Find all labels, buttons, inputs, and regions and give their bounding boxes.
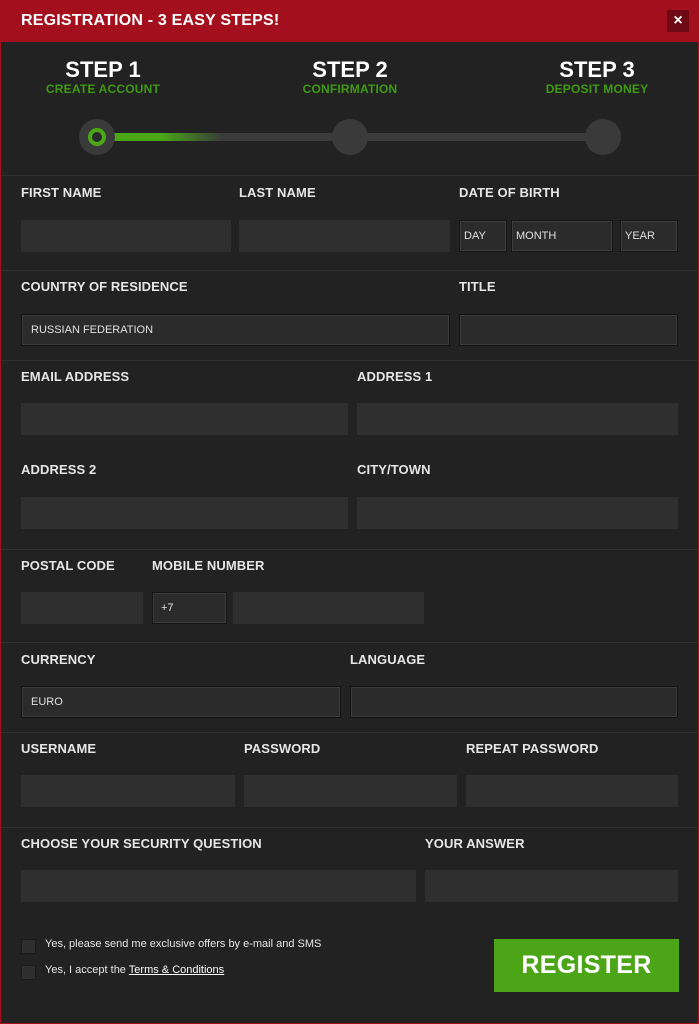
address1-input[interactable] (357, 403, 678, 435)
row-credentials: USERNAME PASSWORD REPEAT PASSWORD (1, 732, 698, 827)
language-select[interactable] (350, 686, 678, 718)
step-1-label: CREATE ACCOUNT (45, 82, 161, 96)
postal-code-label: POSTAL CODE (21, 558, 115, 573)
step-indicator: STEP 1 CREATE ACCOUNT STEP 2 CONFIRMATIO… (1, 42, 698, 175)
dob-day-select[interactable]: DAY (459, 220, 507, 252)
row-currency-language: CURRENCY LANGUAGE EURO (1, 642, 698, 732)
currency-select[interactable]: EURO (21, 686, 341, 718)
username-input[interactable] (21, 775, 235, 807)
row-email-address1: EMAIL ADDRESS ADDRESS 1 (1, 360, 698, 455)
last-name-label: LAST NAME (239, 185, 316, 200)
registration-modal: REGISTRATION - 3 EASY STEPS! × STEP 1 CR… (0, 0, 699, 1024)
modal-header: REGISTRATION - 3 EASY STEPS! × (1, 1, 698, 42)
step-3-number: STEP 3 (559, 57, 635, 82)
register-button[interactable]: REGISTER (494, 939, 679, 992)
mobile-number-input[interactable] (233, 592, 424, 624)
first-name-label: FIRST NAME (21, 185, 102, 200)
country-label: COUNTRY OF RESIDENCE (21, 279, 188, 294)
step-2-label: CONFIRMATION (302, 82, 398, 96)
step-1-dot (79, 119, 115, 155)
step-1-number: STEP 1 (65, 57, 141, 82)
terms-checkbox[interactable] (21, 965, 36, 980)
close-icon[interactable]: × (667, 10, 689, 32)
repeat-password-input[interactable] (466, 775, 678, 807)
terms-checkbox-label: Yes, I accept the Terms & Conditions (45, 964, 224, 976)
step-2: STEP 2 CONFIRMATION (270, 57, 430, 97)
title-select[interactable] (459, 314, 678, 346)
email-label: EMAIL ADDRESS (21, 369, 130, 384)
dob-year-select[interactable]: YEAR (620, 220, 678, 252)
terms-link[interactable]: Terms & Conditions (129, 964, 224, 976)
step-3: STEP 3 DEPOSIT MONEY (517, 57, 677, 97)
first-name-input[interactable] (21, 220, 231, 252)
postal-code-input[interactable] (21, 592, 143, 624)
step-3-label: DEPOSIT MONEY (545, 82, 649, 96)
city-input[interactable] (357, 497, 678, 529)
dob-label: DATE OF BIRTH (459, 185, 560, 200)
password-input[interactable] (244, 775, 457, 807)
city-label: CITY/TOWN (357, 462, 431, 477)
mobile-prefix-select[interactable]: +7 (152, 592, 227, 624)
mobile-label: MOBILE NUMBER (152, 558, 265, 573)
security-question-label: CHOOSE YOUR SECURITY QUESTION (21, 836, 262, 851)
answer-input[interactable] (425, 870, 678, 902)
offers-checkbox-label: Yes, please send me exclusive offers by … (45, 938, 322, 950)
row-name-dob: FIRST NAME LAST NAME DATE OF BIRTH DAY M… (1, 175, 698, 270)
address2-input[interactable] (21, 497, 348, 529)
step-3-dot (585, 119, 621, 155)
last-name-input[interactable] (239, 220, 450, 252)
offers-checkbox[interactable] (21, 939, 36, 954)
step-2-number: STEP 2 (312, 57, 388, 82)
step-2-dot (332, 119, 368, 155)
address2-label: ADDRESS 2 (21, 462, 97, 477)
language-label: LANGUAGE (350, 652, 426, 667)
password-label: PASSWORD (244, 741, 321, 756)
answer-label: YOUR ANSWER (425, 836, 525, 851)
row-address2-city: ADDRESS 2 CITY/TOWN (1, 455, 698, 549)
row-security: CHOOSE YOUR SECURITY QUESTION YOUR ANSWE… (1, 827, 698, 922)
country-select[interactable]: RUSSIAN FEDERATION (21, 314, 450, 346)
email-input[interactable] (21, 403, 348, 435)
step-1: STEP 1 CREATE ACCOUNT (23, 57, 183, 97)
row-postal-mobile: POSTAL CODE MOBILE NUMBER +7 (1, 549, 698, 642)
row-country-title: COUNTRY OF RESIDENCE TITLE RUSSIAN FEDER… (1, 270, 698, 360)
progress-fill (97, 133, 224, 141)
address1-label: ADDRESS 1 (357, 369, 433, 384)
username-label: USERNAME (21, 741, 97, 756)
terms-prefix-text: Yes, I accept the (45, 964, 129, 976)
repeat-password-label: REPEAT PASSWORD (466, 741, 599, 756)
currency-label: CURRENCY (21, 652, 96, 667)
dob-month-select[interactable]: MONTH (511, 220, 613, 252)
modal-title: REGISTRATION - 3 EASY STEPS! (21, 12, 280, 29)
title-label: TITLE (459, 279, 496, 294)
security-question-select[interactable] (21, 870, 416, 902)
